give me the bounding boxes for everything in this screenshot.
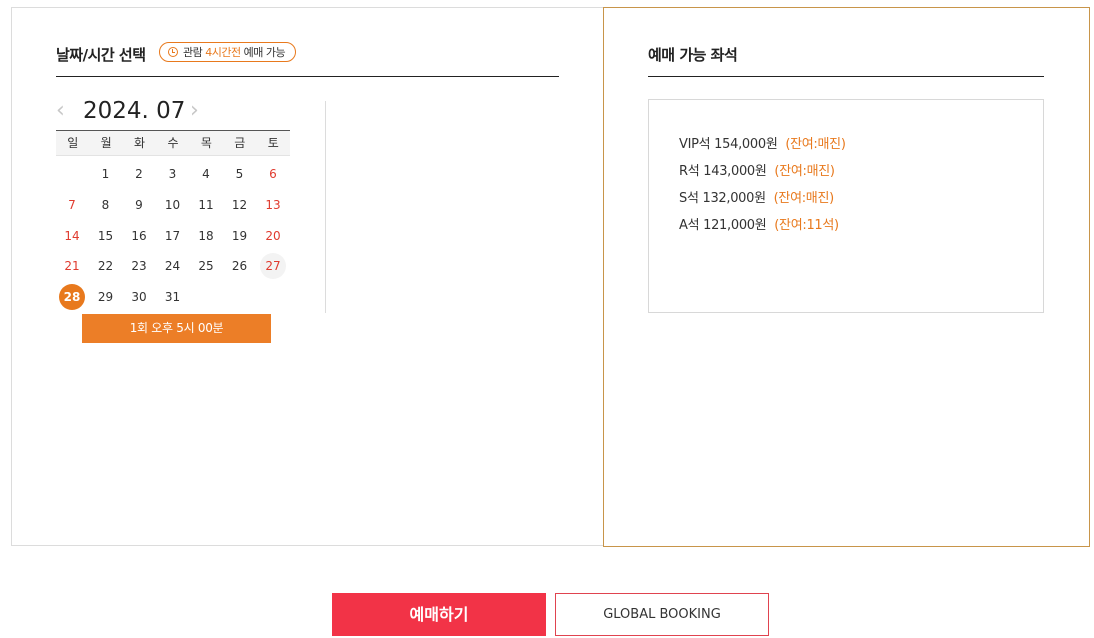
- calendar-day: 14: [64, 228, 80, 243]
- calendar-day: 3: [168, 167, 177, 181]
- clock-icon: [168, 47, 178, 57]
- calendar-day: 25: [198, 259, 214, 274]
- seat-grade: VIP석: [679, 137, 711, 152]
- calendar-day: 24: [164, 259, 181, 274]
- global-booking-button[interactable]: GLOBAL BOOKING: [555, 593, 769, 636]
- badge-prefix: 관람: [183, 46, 203, 59]
- seat-remain: (잔여:매진): [774, 164, 835, 179]
- weekday-label: 일: [67, 136, 79, 150]
- calendar-day: 23: [131, 259, 147, 274]
- calendar-day: 18: [198, 228, 214, 243]
- title-divider: [56, 76, 559, 77]
- seat-grade: S석: [679, 191, 699, 206]
- weekday-label: 화: [134, 136, 146, 150]
- weekday-label: 수: [167, 136, 179, 150]
- calendar-day[interactable]: 28: [59, 284, 85, 311]
- weekday-label: 금: [234, 136, 246, 150]
- seat-grade: A석: [679, 218, 700, 233]
- badge-suffix: 예매 가능: [243, 46, 286, 59]
- calendar-day: 16: [131, 228, 147, 243]
- calendar-day: 6: [269, 167, 277, 181]
- seat-row: VIP석 154,000원 (잔여:매진): [679, 133, 846, 152]
- title-divider: [648, 76, 1044, 77]
- booking-deadline-badge: 관람 4시간전 예매 가능: [159, 42, 297, 62]
- seat-row: R석 143,000원 (잔여:매진): [679, 160, 835, 179]
- seat-remain: (잔여:11석): [774, 218, 839, 233]
- chevron-left-icon[interactable]: ‹: [56, 96, 65, 126]
- calendar-day: 5: [235, 167, 244, 181]
- weekday-label: 월: [100, 136, 112, 150]
- calendar-day: 19: [231, 228, 248, 243]
- badge-accent: 4시간전: [205, 46, 241, 59]
- seat-row: A석 121,000원 (잔여:11석): [679, 214, 839, 233]
- calendar-day: 1: [101, 167, 110, 181]
- seat-price: 143,000원: [703, 164, 767, 179]
- calendar-day: 29: [97, 290, 114, 305]
- calendar-day: 10: [164, 197, 181, 212]
- calendar-day: 4: [202, 167, 210, 181]
- calendar-day[interactable]: 27: [260, 253, 286, 280]
- seat-row: S석 132,000원 (잔여:매진): [679, 187, 834, 206]
- calendar-day: 26: [231, 259, 248, 274]
- calendar-day: 17: [164, 228, 181, 243]
- date-time-panel: 날짜/시간 선택 관람 4시간전 예매 가능 ‹ 2024. 07 › 일 월 …: [11, 7, 603, 546]
- time-slot-button[interactable]: 1회 오후 5시 00분: [82, 314, 271, 343]
- calendar-header: ‹ 2024. 07 ›: [12, 96, 312, 126]
- seat-price: 121,000원: [703, 218, 767, 233]
- calendar-month: 2024. 07: [83, 98, 186, 124]
- book-button[interactable]: 예매하기: [332, 593, 546, 636]
- weekday-label: 목: [200, 136, 212, 150]
- weekday-header: 일 월 화 수 목 금 토: [56, 130, 290, 156]
- calendar-day: 20: [265, 228, 281, 243]
- seat-price: 132,000원: [702, 191, 766, 206]
- weekday-label: 토: [267, 136, 279, 150]
- seat-remain: (잔여:매진): [785, 137, 846, 152]
- section-title-seats: 예매 가능 좌석: [648, 46, 738, 64]
- chevron-right-icon[interactable]: ›: [190, 96, 199, 126]
- calendar-divider: [325, 101, 326, 313]
- calendar-day: 2: [135, 167, 143, 181]
- seat-price: 154,000원: [714, 137, 778, 152]
- calendar-day: 9: [135, 197, 143, 212]
- seat-availability-panel: 예매 가능 좌석 VIP석 154,000원 (잔여:매진) R석 143,00…: [603, 7, 1090, 547]
- seat-remain: (잔여:매진): [773, 191, 835, 206]
- calendar-day: 8: [101, 197, 110, 212]
- calendar-day: 22: [97, 259, 114, 274]
- calendar-day: 15: [97, 228, 114, 243]
- seat-list: VIP석 154,000원 (잔여:매진) R석 143,000원 (잔여:매진…: [648, 99, 1044, 313]
- calendar-day: 13: [265, 197, 281, 212]
- seat-grade: R석: [679, 164, 700, 179]
- calendar-day: 12: [231, 197, 248, 212]
- calendar-day: 31: [164, 290, 181, 305]
- calendar-day: 21: [64, 259, 80, 274]
- calendar-day: 11: [198, 197, 214, 212]
- calendar-day: 30: [131, 290, 147, 305]
- section-title-date-time: 날짜/시간 선택: [56, 46, 146, 64]
- calendar-day: 7: [68, 197, 76, 212]
